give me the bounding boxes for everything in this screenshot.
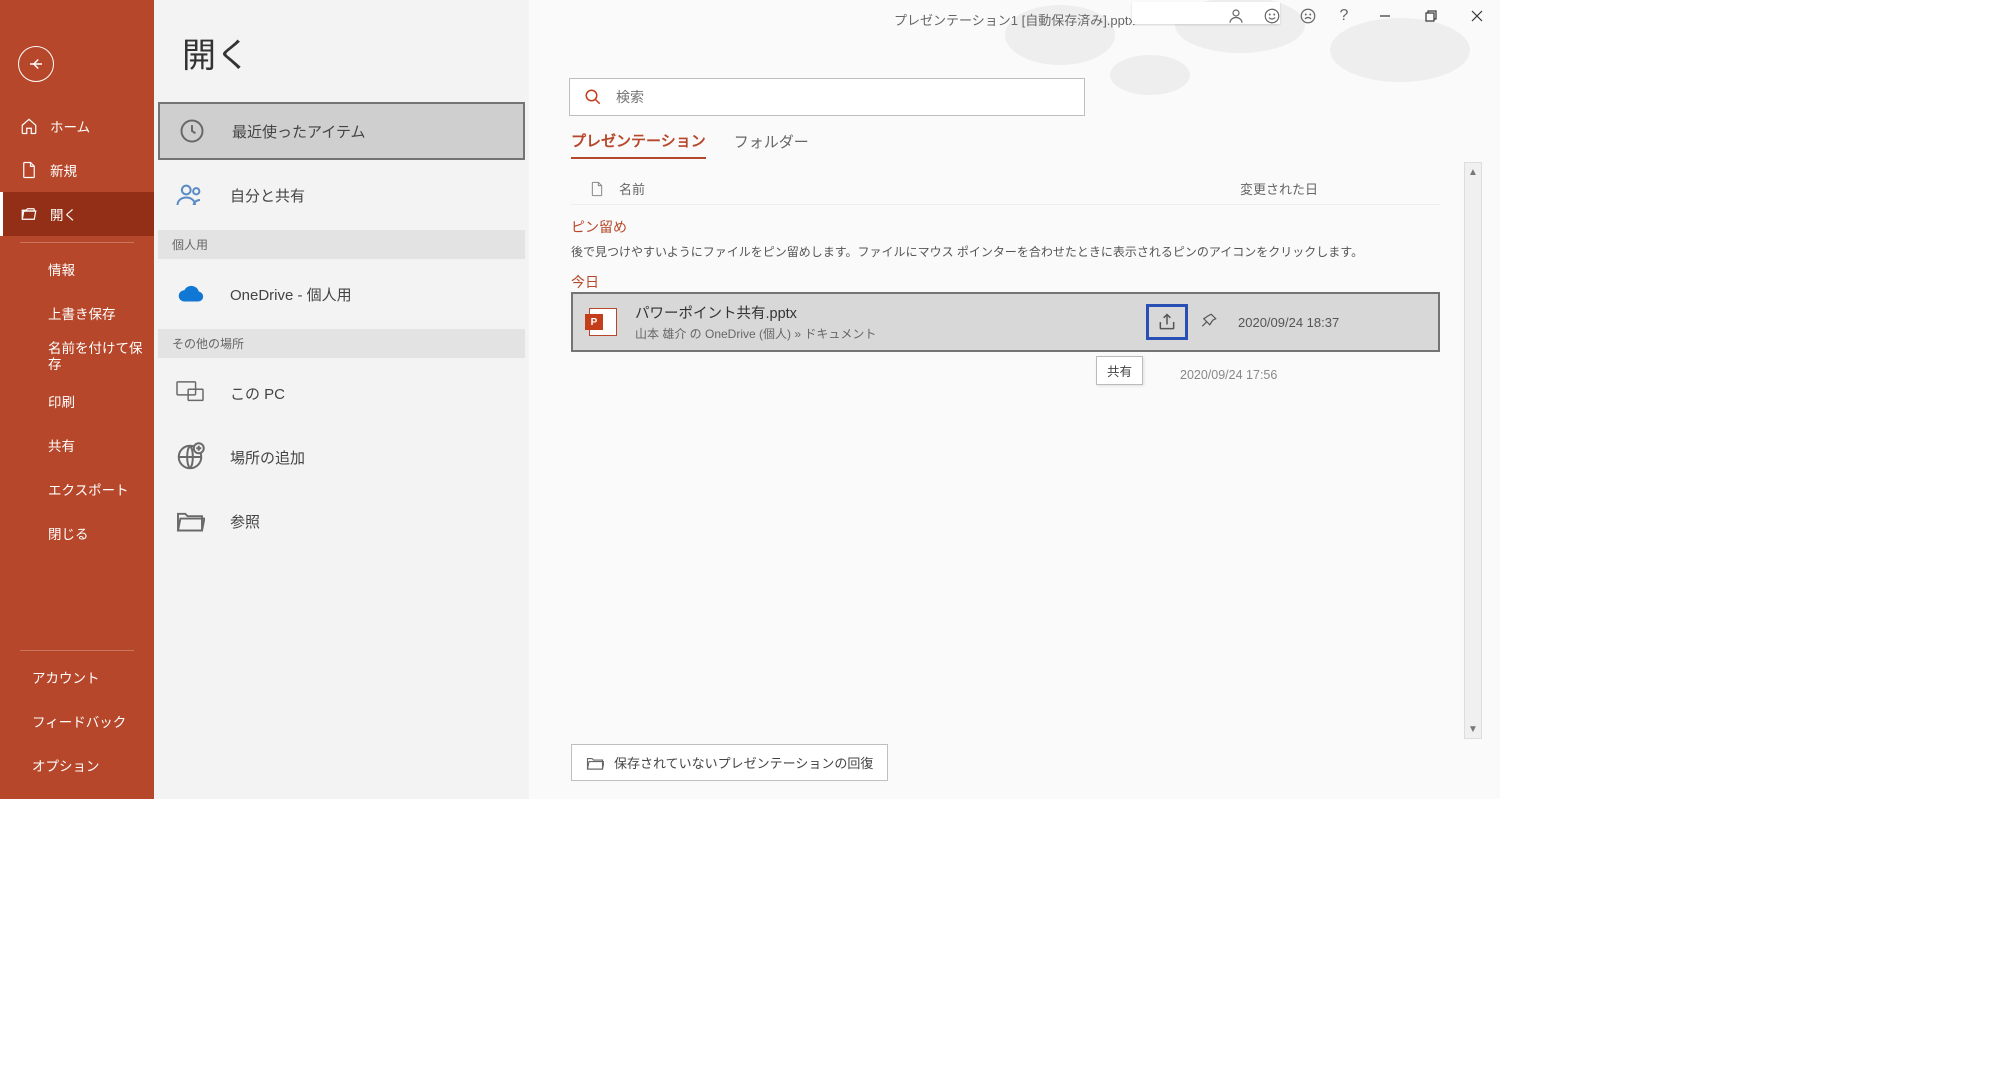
account-icon[interactable] xyxy=(1218,0,1254,32)
back-button[interactable] xyxy=(18,46,54,82)
file-name: パワーポイント共有.pptx xyxy=(635,302,1128,323)
file-row[interactable]: P パワーポイント共有.pptx 山本 雄介 の OneDrive (個人) »… xyxy=(571,292,1440,352)
place-recent[interactable]: 最近使ったアイテム xyxy=(158,102,525,160)
tab-presentations[interactable]: プレゼンテーション xyxy=(571,130,706,159)
place-shared[interactable]: 自分と共有 xyxy=(158,166,525,224)
nav-print[interactable]: 印刷 xyxy=(0,379,154,423)
globe-plus-icon xyxy=(172,439,208,475)
pc-icon xyxy=(172,375,208,411)
scrollbar[interactable]: ▲ ▼ xyxy=(1464,162,1482,739)
group-pinned-desc: 後で見つけやすいようにファイルをピン留めします。ファイルにマウス ポインターを合… xyxy=(571,243,1500,260)
people-icon xyxy=(172,177,208,213)
nav-share[interactable]: 共有 xyxy=(0,423,154,467)
tab-folders[interactable]: フォルダー xyxy=(734,131,809,158)
section-other: その他の場所 xyxy=(158,329,525,358)
next-file-date: 2020/09/24 17:56 xyxy=(1180,368,1277,382)
nav-saveas[interactable]: 名前を付けて保存 xyxy=(0,335,154,379)
place-onedrive[interactable]: OneDrive - 個人用 xyxy=(158,265,525,323)
nav-divider xyxy=(20,242,134,243)
folder-icon xyxy=(172,503,208,539)
home-icon xyxy=(20,117,38,135)
document-icon xyxy=(589,180,605,198)
share-icon xyxy=(1157,312,1177,332)
place-shared-label: 自分と共有 xyxy=(230,185,305,206)
clock-icon xyxy=(174,113,210,149)
scroll-down[interactable]: ▼ xyxy=(1465,720,1481,738)
powerpoint-file-icon: P xyxy=(589,308,617,336)
section-personal: 個人用 xyxy=(158,230,525,259)
nav-feedback[interactable]: フィードバック xyxy=(0,699,154,743)
place-browse[interactable]: 参照 xyxy=(158,492,525,550)
document-new-icon xyxy=(20,161,38,179)
scroll-up[interactable]: ▲ xyxy=(1465,163,1481,181)
file-date: 2020/09/24 18:37 xyxy=(1238,315,1438,330)
help-icon[interactable]: ? xyxy=(1326,0,1362,32)
minimize-button[interactable] xyxy=(1362,0,1408,32)
search-icon xyxy=(584,88,602,106)
folder-open-icon xyxy=(586,755,604,771)
pin-button[interactable] xyxy=(1200,312,1220,332)
nav-divider-bottom xyxy=(20,650,134,651)
place-addplace[interactable]: 場所の追加 xyxy=(158,428,525,486)
place-browse-label: 参照 xyxy=(230,511,260,532)
nav-home[interactable]: ホーム xyxy=(0,104,154,148)
nav-account[interactable]: アカウント xyxy=(0,655,154,699)
share-tooltip: 共有 xyxy=(1096,356,1143,385)
column-name[interactable]: 名前 xyxy=(619,179,645,198)
nav-open-label: 開く xyxy=(50,204,77,224)
onedrive-icon xyxy=(172,276,208,312)
column-modified[interactable]: 変更された日 xyxy=(1240,179,1440,198)
smile-feedback-icon[interactable] xyxy=(1254,0,1290,32)
group-today: 今日 xyxy=(571,272,1500,292)
nav-home-label: ホーム xyxy=(50,116,90,136)
nav-new-label: 新規 xyxy=(50,160,77,180)
share-button[interactable] xyxy=(1146,304,1188,340)
place-thispc[interactable]: この PC xyxy=(158,364,525,422)
place-onedrive-label: OneDrive - 個人用 xyxy=(230,284,352,305)
nav-open[interactable]: 開く xyxy=(0,192,154,236)
frown-feedback-icon[interactable] xyxy=(1290,0,1326,32)
nav-close[interactable]: 閉じる xyxy=(0,511,154,555)
nav-info[interactable]: 情報 xyxy=(0,247,154,291)
close-button[interactable] xyxy=(1454,0,1500,32)
recover-unsaved-button[interactable]: 保存されていないプレゼンテーションの回復 xyxy=(571,744,888,781)
file-path: 山本 雄介 の OneDrive (個人) » ドキュメント xyxy=(635,325,1128,342)
nav-save[interactable]: 上書き保存 xyxy=(0,291,154,335)
recover-label: 保存されていないプレゼンテーションの回復 xyxy=(614,753,873,772)
group-pinned: ピン留め xyxy=(571,217,1500,237)
nav-options[interactable]: オプション xyxy=(0,743,154,787)
folder-open-icon xyxy=(20,205,38,223)
nav-new[interactable]: 新規 xyxy=(0,148,154,192)
place-recent-label: 最近使ったアイテム xyxy=(232,121,366,142)
nav-export[interactable]: エクスポート xyxy=(0,467,154,511)
restore-button[interactable] xyxy=(1408,0,1454,32)
place-addplace-label: 場所の追加 xyxy=(230,447,305,468)
page-title: 開く xyxy=(182,28,529,77)
place-thispc-label: この PC xyxy=(230,383,285,404)
arrow-left-icon xyxy=(27,55,45,73)
pin-icon xyxy=(1200,312,1218,330)
